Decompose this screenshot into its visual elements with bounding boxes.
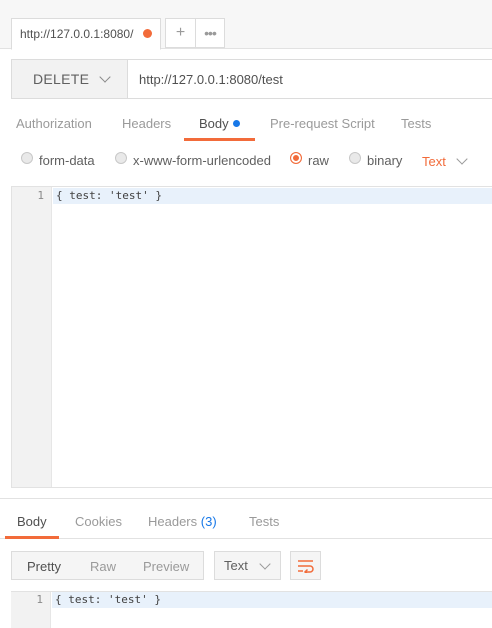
chevron-down-icon[interactable] (456, 153, 468, 165)
new-tab-button[interactable]: + (165, 18, 196, 48)
response-line-number: 1 (36, 593, 43, 606)
tab-bar: http://127.0.0.1:8080/ + ••• (0, 0, 492, 50)
tab-tests[interactable]: Tests (401, 112, 431, 141)
pretty-button[interactable]: Pretty (27, 559, 61, 574)
response-tab-cookies[interactable]: Cookies (75, 508, 122, 539)
label-raw: raw (308, 153, 329, 168)
line-number: 1 (37, 189, 44, 202)
request-body-code[interactable]: { test: 'test' } (56, 189, 162, 202)
url-input[interactable] (128, 60, 492, 98)
radio-urlencoded[interactable] (115, 152, 127, 164)
chevron-down-icon (259, 558, 271, 570)
response-tab-headers-label: Headers (148, 514, 198, 529)
response-view-mode-group: Pretty Raw Preview (11, 551, 204, 580)
url-bar: DELETE (11, 59, 492, 99)
tab-prerequest-script[interactable]: Pre-request Script (270, 112, 375, 141)
response-tab-headers[interactable]: Headers (3) (148, 508, 217, 539)
headers-count-badge: (3) (200, 514, 217, 529)
chevron-down-icon (99, 70, 111, 83)
tab-authorization[interactable]: Authorization (16, 112, 92, 141)
modified-dot-icon (232, 120, 240, 128)
response-tab-body[interactable]: Body (5, 508, 59, 539)
editor-gutter: 1 (12, 187, 52, 487)
response-format-label: Text (224, 558, 248, 573)
wrap-lines-button[interactable] (290, 551, 321, 580)
request-tab-label: http://127.0.0.1:8080/ (20, 27, 134, 41)
tab-body[interactable]: Body (184, 112, 255, 141)
radio-form-data[interactable] (21, 152, 33, 164)
label-binary: binary (367, 153, 403, 168)
label-urlencoded: x-www-form-urlencoded (133, 153, 271, 168)
body-mode-options: form-data x-www-form-urlencoded raw bina… (0, 149, 492, 175)
request-tabs: Authorization Headers Body Pre-request S… (0, 112, 492, 141)
response-body-code[interactable]: { test: 'test' } (55, 593, 161, 606)
pane-divider[interactable] (0, 498, 492, 499)
raw-button[interactable]: Raw (90, 559, 116, 574)
response-format-select[interactable]: Text (214, 551, 281, 580)
method-dropdown[interactable]: DELETE (12, 60, 128, 98)
label-form-data: form-data (39, 153, 95, 168)
request-tab[interactable]: http://127.0.0.1:8080/ (11, 18, 161, 50)
content-type-select[interactable]: Text (422, 154, 446, 169)
request-body-editor[interactable]: 1 { test: 'test' } (11, 186, 492, 488)
response-body-viewer[interactable]: 1 { test: 'test' } (11, 591, 492, 628)
method-label: DELETE (33, 71, 90, 87)
response-tabs: Body Cookies Headers (3) Tests (0, 508, 492, 539)
tab-body-label: Body (199, 116, 229, 131)
preview-button[interactable]: Preview (143, 559, 189, 574)
radio-raw[interactable] (290, 152, 302, 164)
radio-binary[interactable] (349, 152, 361, 164)
unsaved-indicator (143, 29, 152, 38)
wrap-lines-icon (297, 559, 314, 573)
tab-headers[interactable]: Headers (122, 112, 171, 141)
response-gutter: 1 (11, 592, 51, 628)
response-tab-tests[interactable]: Tests (249, 508, 279, 539)
more-tabs-button[interactable]: ••• (195, 18, 225, 48)
